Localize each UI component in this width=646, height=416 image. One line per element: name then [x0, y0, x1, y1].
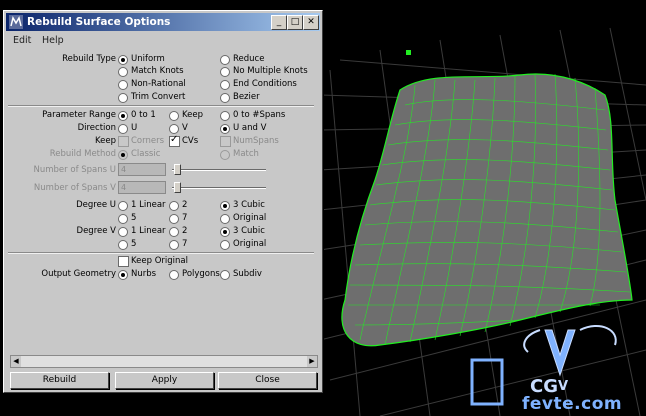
maya-logo-icon: [9, 15, 23, 29]
rebuild-type-end-conditions[interactable]: End Conditions: [220, 79, 297, 90]
degree-u-7[interactable]: 7: [169, 213, 187, 224]
rebuild-surface-dialog: Rebuild Surface Options _ □ ✕ Edit Help …: [3, 10, 323, 393]
keep-label: Keep: [94, 136, 116, 146]
rebuild-button[interactable]: Rebuild: [10, 372, 109, 389]
manipulator-icon: [406, 50, 411, 55]
window-title: Rebuild Surface Options: [27, 16, 171, 28]
spans-v-slider[interactable]: [172, 187, 266, 189]
degree-v-2[interactable]: 2: [169, 226, 187, 237]
degree-v-label: Degree V: [76, 226, 116, 236]
output-polygons[interactable]: Polygons: [169, 269, 220, 280]
output-nurbs[interactable]: Nurbs: [118, 269, 156, 280]
param-range-0-to-1[interactable]: 0 to 1: [118, 110, 156, 121]
direction-u[interactable]: U: [118, 123, 137, 134]
rebuild-type-bezier[interactable]: Bezier: [220, 92, 260, 103]
degree-v-7[interactable]: 7: [169, 239, 187, 250]
spans-v-label: Number of Spans V: [33, 183, 116, 193]
menu-bar: Edit Help: [6, 33, 320, 48]
output-subdiv[interactable]: Subdiv: [220, 269, 262, 280]
degree-v-linear[interactable]: 1 Linear: [118, 226, 166, 237]
options-panel: Rebuild Type Uniform Reduce Match Knots …: [8, 50, 318, 356]
degree-u-label: Degree U: [76, 200, 116, 210]
rebuild-method-classic[interactable]: Classic: [118, 149, 160, 160]
svg-text:Ⅴ: Ⅴ: [558, 379, 568, 394]
rebuild-type-no-multiple-knots[interactable]: No Multiple Knots: [220, 66, 308, 77]
degree-v-cubic[interactable]: 3 Cubic: [220, 226, 265, 237]
degree-u-linear[interactable]: 1 Linear: [118, 200, 166, 211]
check-icon: ✓: [170, 134, 179, 145]
parameter-range-label: Parameter Range: [42, 110, 116, 120]
rebuild-type-uniform[interactable]: Uniform: [118, 54, 165, 65]
param-range-keep[interactable]: Keep: [169, 110, 203, 121]
degree-v-original[interactable]: Original: [220, 239, 266, 250]
spans-v-field[interactable]: 4: [118, 181, 166, 194]
param-range-0-to-spans[interactable]: 0 to #Spans: [220, 110, 285, 121]
menu-edit[interactable]: Edit: [13, 35, 31, 46]
rebuild-method-match[interactable]: Match: [220, 149, 259, 160]
rebuild-type-non-rational[interactable]: Non-Rational: [118, 79, 186, 90]
keep-corners-checkbox[interactable]: Corners: [118, 136, 164, 147]
watermark-text: fevte.com: [522, 394, 623, 414]
spans-u-slider[interactable]: [172, 169, 266, 171]
rebuild-type-label: Rebuild Type: [62, 54, 116, 64]
scroll-right-icon[interactable]: ▶: [307, 356, 317, 367]
spans-u-label: Number of Spans U: [33, 165, 116, 175]
direction-label: Direction: [77, 123, 116, 133]
degree-u-original[interactable]: Original: [220, 213, 266, 224]
degree-u-cubic[interactable]: 3 Cubic: [220, 200, 265, 211]
separator: [8, 252, 314, 254]
keep-cvs-label: CVs: [182, 136, 199, 146]
title-bar[interactable]: Rebuild Surface Options _ □ ✕: [6, 13, 320, 31]
rebuild-type-reduce[interactable]: Reduce: [220, 54, 264, 65]
direction-u-and-v[interactable]: U and V: [220, 123, 266, 134]
scroll-left-icon[interactable]: ◀: [11, 356, 21, 367]
spans-u-slider-handle[interactable]: [174, 164, 181, 175]
button-row: Rebuild Apply Close: [8, 372, 320, 390]
direction-v[interactable]: V: [169, 123, 188, 134]
keep-numspans-checkbox[interactable]: NumSpans: [220, 136, 279, 147]
apply-button[interactable]: Apply: [115, 372, 214, 389]
minimize-button[interactable]: _: [271, 15, 287, 30]
maximize-button[interactable]: □: [287, 15, 303, 30]
close-window-button[interactable]: ✕: [303, 15, 319, 30]
spans-u-field[interactable]: 4: [118, 163, 166, 176]
keep-original-checkbox[interactable]: Keep Original: [118, 256, 188, 267]
separator: [8, 105, 314, 107]
rebuild-type-match-knots[interactable]: Match Knots: [118, 66, 184, 77]
rebuild-type-trim-convert[interactable]: Trim Convert: [118, 92, 185, 103]
close-button[interactable]: Close: [218, 372, 317, 389]
degree-u-5[interactable]: 5: [118, 213, 136, 224]
menu-help[interactable]: Help: [42, 35, 64, 46]
spans-v-slider-handle[interactable]: [174, 182, 181, 193]
degree-u-2[interactable]: 2: [169, 200, 187, 211]
output-geometry-label: Output Geometry: [41, 269, 116, 279]
rebuild-method-label: Rebuild Method: [49, 149, 116, 159]
keep-cvs-checkbox[interactable]: ✓ CVs: [169, 134, 199, 147]
horizontal-scrollbar[interactable]: ◀ ▶: [10, 355, 318, 368]
degree-v-5[interactable]: 5: [118, 239, 136, 250]
